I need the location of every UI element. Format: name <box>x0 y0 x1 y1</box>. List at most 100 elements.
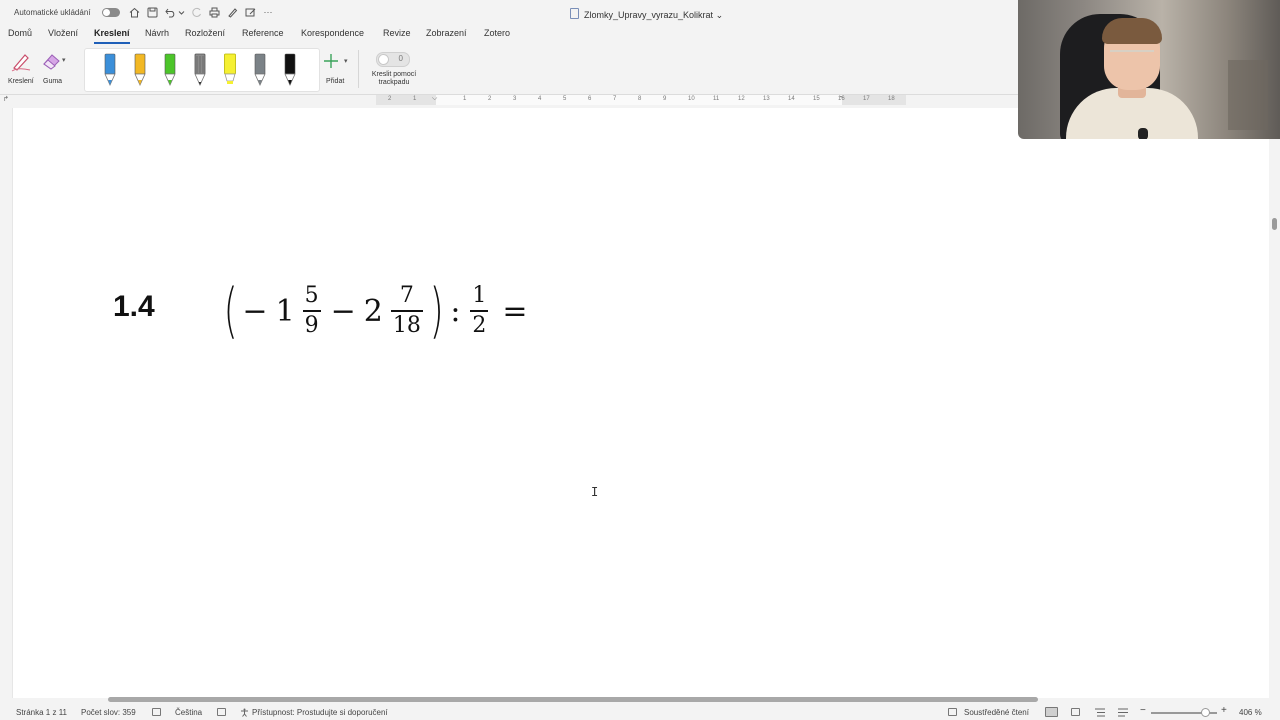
eraser-button[interactable]: ▾ Guma <box>38 48 72 88</box>
fraction: 1 2 <box>470 283 489 338</box>
problem-number: 1.4 <box>113 290 155 323</box>
ruler-number: 5 <box>563 96 567 102</box>
tab-references[interactable]: Reference <box>242 28 284 38</box>
document-title-text: Zlomky_Upravy_vyrazu_Kolikrat <box>584 10 714 20</box>
tab-zotero[interactable]: Zotero <box>484 28 510 38</box>
ruler-number: 2 <box>488 96 492 102</box>
autosave-label: Automatické ukládání <box>14 8 91 17</box>
print-layout-icon[interactable] <box>1045 707 1058 717</box>
toggle-state: 0 <box>398 54 403 63</box>
denominator: 18 <box>392 313 421 338</box>
tab-view[interactable]: Zobrazení <box>426 28 467 38</box>
accessibility-icon[interactable] <box>240 708 249 717</box>
trackpad-draw-label: Kreslit pomocí trackpadu <box>371 71 417 86</box>
add-pen-dropdown-icon: ▾ <box>344 58 348 65</box>
outline-view-icon[interactable] <box>1095 708 1105 717</box>
ruler-corner-icon: ↱ <box>3 96 9 103</box>
numerator: 1 <box>472 283 487 308</box>
ruler-number: 6 <box>588 96 592 102</box>
customize-icon[interactable] <box>244 6 256 18</box>
undo-icon[interactable] <box>164 6 176 18</box>
ruler-number: 9 <box>663 96 667 102</box>
chevron-down-icon: ⌄ <box>715 10 724 20</box>
right-indent-marker[interactable]: ⌃ <box>838 95 844 103</box>
language[interactable]: Čeština <box>175 708 202 717</box>
more-icon[interactable]: ··· <box>262 6 274 18</box>
draw-tool-button[interactable]: Kreslení <box>6 48 36 88</box>
equation[interactable]: ( − 1 5 9 − 2 7 18 ) : 1 2 = <box>219 276 536 346</box>
text-cursor: I <box>591 485 599 499</box>
highlighter-icon[interactable] <box>223 53 237 87</box>
draw-pen-icon <box>11 54 31 72</box>
draft-view-icon[interactable] <box>1118 708 1128 717</box>
accessibility-status[interactable]: Přístupnost: Prostudujte si doporučení <box>252 708 388 717</box>
zoom-slider-thumb[interactable] <box>1201 708 1210 717</box>
zoom-out-button[interactable]: − <box>1140 705 1146 716</box>
pencil-icon[interactable] <box>193 53 207 87</box>
document-area: 1.4 ( − 1 5 9 − 2 7 18 ) : 1 2 = I <box>0 106 1272 698</box>
add-pen-label: Přidat <box>326 78 345 85</box>
tab-home[interactable]: Domů <box>8 28 32 38</box>
draw-pen-icon[interactable] <box>226 6 238 18</box>
pen-icon[interactable] <box>163 53 177 87</box>
tab-design[interactable]: Návrh <box>145 28 169 38</box>
document-title[interactable]: Zlomky_Upravy_vyrazu_Kolikrat ⌄ <box>570 8 723 21</box>
word-count[interactable]: Počet slov: 359 <box>81 708 136 717</box>
webcam-overlay <box>1018 0 1280 139</box>
minus-sign: − <box>242 293 268 329</box>
ruler-number: 15 <box>813 96 820 102</box>
denominator: 9 <box>304 313 319 338</box>
ruler-number: 1 <box>463 96 467 102</box>
add-pen-button[interactable]: ▾ Přidat <box>320 48 352 88</box>
whole-number: 2 <box>363 293 383 329</box>
equals-sign: = <box>502 293 528 329</box>
proofing-icon[interactable] <box>152 708 161 716</box>
plus-icon <box>324 54 338 68</box>
fraction: 7 18 <box>390 284 423 338</box>
pen-icon[interactable] <box>283 53 297 87</box>
tab-review[interactable]: Revize <box>383 28 411 38</box>
trackpad-draw-toggle[interactable]: 0 <box>376 52 410 67</box>
print-icon[interactable] <box>208 6 220 18</box>
pen-icon[interactable] <box>133 53 147 87</box>
pen-icon[interactable] <box>103 53 117 87</box>
ruler-number: 3 <box>513 96 517 102</box>
zoom-level[interactable]: 406 % <box>1239 708 1262 717</box>
ruler-number: 8 <box>638 96 642 102</box>
web-layout-icon[interactable] <box>1071 708 1080 716</box>
redo-icon[interactable] <box>190 6 202 18</box>
tab-mailings[interactable]: Korespondence <box>301 28 364 38</box>
fraction: 5 9 <box>302 284 321 338</box>
ruler-number: 1 <box>413 96 417 102</box>
ruler-number: 17 <box>863 96 870 102</box>
save-icon[interactable] <box>146 6 158 18</box>
horizontal-scrollbar[interactable] <box>108 697 1038 702</box>
focus-mode[interactable]: Soustředěné čtení <box>964 708 1029 717</box>
tab-layout[interactable]: Rozložení <box>185 28 225 38</box>
vertical-scrollbar[interactable] <box>1272 218 1277 230</box>
eraser-dropdown-icon[interactable]: ▾ <box>62 56 66 64</box>
home-icon[interactable] <box>128 6 140 18</box>
tab-draw[interactable]: Kreslení <box>94 28 130 44</box>
document-page[interactable]: 1.4 ( − 1 5 9 − 2 7 18 ) : 1 2 = <box>12 108 1269 698</box>
toggle-knob <box>378 54 389 65</box>
ruler-number: 2 <box>388 96 392 102</box>
ribbon-separator <box>358 50 359 88</box>
pen-icon[interactable] <box>253 53 267 87</box>
undo-dropdown-icon[interactable] <box>177 6 185 18</box>
autosave-toggle[interactable] <box>102 8 120 17</box>
draw-tool-label: Kreslení <box>8 78 34 85</box>
minus-sign: − <box>330 293 356 329</box>
focus-icon[interactable] <box>948 708 957 716</box>
eraser-icon <box>43 54 60 70</box>
ruler-number: 10 <box>688 96 695 102</box>
page-indicator[interactable]: Stránka 1 z 11 <box>16 708 67 717</box>
track-changes-icon[interactable] <box>217 708 226 716</box>
denominator: 2 <box>472 313 487 338</box>
division-colon: : <box>450 293 461 329</box>
zoom-in-button[interactable]: + <box>1221 705 1227 716</box>
tab-insert[interactable]: Vložení <box>48 28 78 38</box>
close-paren: ) <box>429 276 444 346</box>
lapel-microphone <box>1138 128 1148 139</box>
left-indent-marker[interactable]: ⌵ <box>432 95 437 103</box>
